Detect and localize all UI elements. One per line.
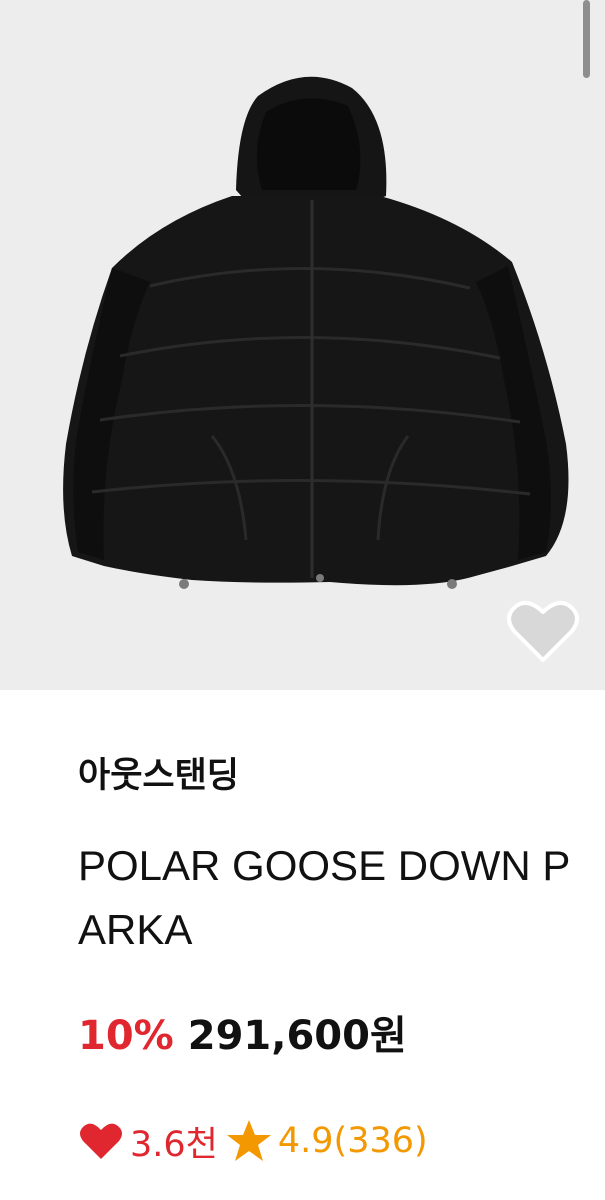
- star-icon: [226, 1120, 271, 1161]
- sale-price: 291,600원: [187, 1013, 407, 1059]
- discount-rate: 10%: [78, 1013, 174, 1059]
- product-name: POLAR GOOSE DOWN PARKA: [78, 842, 571, 953]
- product-detail-page: 아웃스탠딩 POLAR GOOSE DOWN PARKA 10% 291,600원…: [0, 0, 605, 1200]
- wishlist-button[interactable]: [506, 598, 580, 664]
- product-image[interactable]: [0, 0, 605, 690]
- rating-score: 4.9(336): [277, 1121, 428, 1161]
- likes-count: 3.6천: [130, 1124, 218, 1165]
- scrollbar[interactable]: [583, 0, 590, 78]
- heart-icon: [80, 1123, 122, 1159]
- stats-row: 3.6천 4.9(336): [78, 1113, 428, 1169]
- jacket-photo: [63, 76, 569, 589]
- heart-outline-icon: [507, 600, 579, 662]
- price-row: 10% 291,600원: [78, 1006, 407, 1066]
- brand-name[interactable]: 아웃스탠딩: [78, 748, 239, 804]
